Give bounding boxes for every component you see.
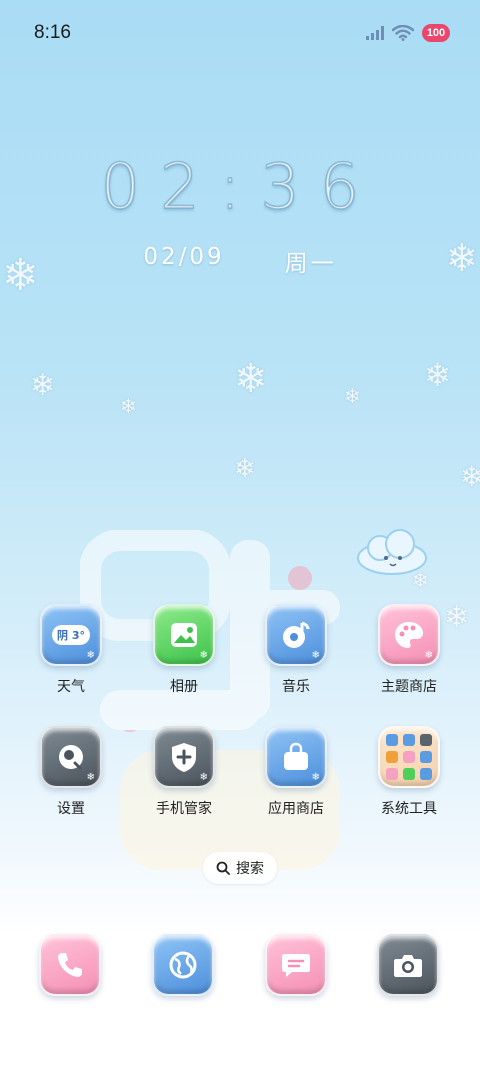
browser-icon — [152, 934, 214, 996]
mini-app-icon — [420, 734, 432, 746]
snowflake-icon: ❄ — [344, 384, 361, 408]
messages-icon — [265, 934, 327, 996]
wifi-icon — [392, 25, 414, 41]
app-phone-manager[interactable]: ❄ 手机管家 — [134, 726, 234, 818]
dock-messages[interactable] — [265, 934, 331, 1000]
gallery-icon: ❄ — [153, 604, 215, 666]
cloud-decoration — [357, 529, 427, 575]
battery-indicator: 100 — [422, 24, 450, 42]
snowflake-icon: ❄ — [446, 236, 478, 280]
search-label: 搜索 — [236, 861, 264, 877]
app-label: 手机管家 — [156, 801, 212, 817]
palette-icon: ❄ — [378, 604, 440, 666]
app-app-store[interactable]: ❄ 应用商店 — [246, 726, 346, 818]
dock-camera[interactable] — [377, 934, 443, 1000]
snowflake-icon: ❄ — [460, 460, 480, 493]
mini-app-icon — [403, 751, 415, 763]
settings-icon: ❄ — [40, 726, 102, 788]
app-label: 音乐 — [282, 679, 310, 695]
music-icon: ❄ — [265, 604, 327, 666]
status-time: 8:16 — [34, 22, 71, 43]
app-label: 相册 — [170, 679, 198, 695]
mini-app-icon — [420, 751, 432, 763]
app-label: 主题商店 — [381, 679, 437, 695]
snowflake-icon: ❄ — [424, 356, 451, 394]
mini-app-icon — [420, 768, 432, 780]
mini-app-icon — [386, 751, 398, 763]
clock-widget[interactable]: 02:36 — [0, 149, 480, 224]
folder-icon — [378, 726, 440, 788]
phone-icon — [39, 934, 101, 996]
weather-icon: 阴 3° ❄ — [40, 604, 102, 666]
search-button[interactable]: 搜索 — [203, 852, 277, 884]
shopping-bag-icon: ❄ — [265, 726, 327, 788]
dock-phone[interactable] — [39, 934, 105, 1000]
dock-browser[interactable] — [152, 934, 218, 1000]
snowflake-icon: ❄ — [234, 454, 256, 484]
search-icon — [216, 861, 230, 875]
date-row: 02/09 周一 — [0, 244, 480, 278]
app-music[interactable]: ❄ 音乐 — [246, 604, 346, 696]
mini-app-icon — [403, 768, 415, 780]
app-theme-store[interactable]: ❄ 主题商店 — [359, 604, 459, 696]
mini-app-icon — [386, 768, 398, 780]
weekday-text: 周一 — [284, 251, 337, 277]
snowflake-icon: ❄ — [120, 394, 137, 418]
signal-icon — [366, 26, 384, 40]
camera-icon — [377, 934, 439, 996]
date-text: 02/09 — [143, 244, 225, 270]
app-weather[interactable]: 阴 3° ❄ 天气 — [21, 604, 121, 696]
app-label: 系统工具 — [381, 801, 437, 817]
app-label: 应用商店 — [268, 801, 324, 817]
shield-plus-icon: ❄ — [153, 726, 215, 788]
mini-app-icon — [386, 734, 398, 746]
app-label: 天气 — [57, 679, 85, 695]
status-bar: 8:16 100 — [0, 0, 480, 68]
snowflake-icon: ❄ — [2, 250, 39, 301]
weather-badge: 阴 3° — [52, 625, 90, 645]
app-system-tools-folder[interactable]: 系统工具 — [359, 726, 459, 818]
app-label: 设置 — [57, 801, 85, 817]
mini-app-icon — [403, 734, 415, 746]
snowflake-icon: ❄ — [30, 368, 56, 403]
app-settings[interactable]: ❄ 设置 — [21, 726, 121, 818]
status-icons: 100 — [366, 24, 450, 42]
snowflake-icon: ❄ — [234, 356, 268, 402]
app-gallery[interactable]: ❄ 相册 — [134, 604, 234, 696]
